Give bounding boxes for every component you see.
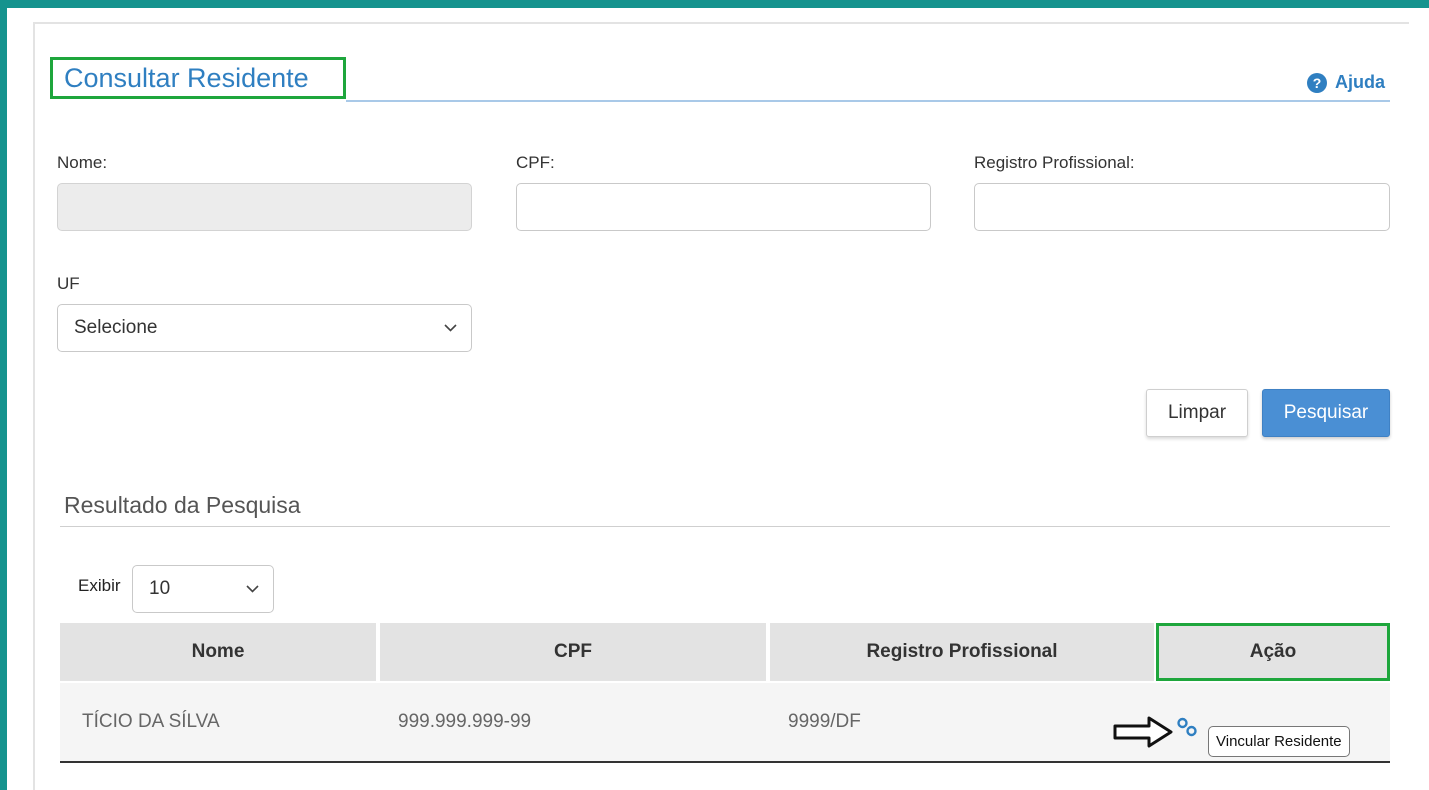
arrow-right-icon — [1113, 716, 1173, 748]
uf-label: UF — [57, 274, 80, 293]
column-header-registro[interactable]: Registro Profissional — [770, 623, 1154, 681]
column-header-cpf[interactable]: CPF — [380, 623, 766, 681]
registro-label: Registro Profissional: — [974, 153, 1135, 172]
nome-field[interactable] — [57, 183, 472, 231]
search-button[interactable]: Pesquisar — [1262, 389, 1390, 437]
cpf-label: CPF: — [516, 153, 555, 172]
page-size-select[interactable]: 10 — [132, 565, 274, 613]
link-icon[interactable] — [1176, 716, 1198, 738]
clear-button[interactable]: Limpar — [1146, 389, 1248, 437]
panel-border-top — [33, 22, 1409, 24]
cell-cpf: 999.999.999-99 — [398, 711, 532, 732]
cell-nome: TÍCIO DA SÍLVA — [82, 711, 220, 732]
title-divider — [346, 100, 1390, 102]
results-title: Resultado da Pesquisa — [64, 492, 301, 518]
page-title: Consultar Residente — [50, 57, 346, 99]
chevron-down-icon — [444, 324, 457, 332]
page-size-value: 10 — [149, 578, 171, 599]
question-circle-icon: ? — [1307, 72, 1327, 93]
table-header: Nome CPF Registro Profissional Ação — [60, 623, 1390, 681]
help-link[interactable]: ? Ajuda — [1307, 72, 1385, 93]
vincular-tooltip: Vincular Residente — [1208, 726, 1350, 757]
registro-field[interactable] — [974, 183, 1390, 231]
uf-select[interactable]: Selecione — [57, 304, 472, 352]
page-size-label: Exibir — [78, 576, 121, 595]
column-header-nome[interactable]: Nome — [60, 623, 376, 681]
results-divider — [60, 526, 1390, 527]
column-header-acao: Ação — [1156, 623, 1390, 681]
frame-border-top — [0, 0, 1429, 8]
cpf-field[interactable] — [516, 183, 931, 231]
uf-selected-value: Selecione — [74, 317, 158, 338]
nome-label: Nome: — [57, 153, 108, 172]
cell-registro: 9999/DF — [788, 711, 861, 732]
chevron-down-icon — [246, 585, 259, 593]
help-label: Ajuda — [1335, 72, 1386, 92]
frame-border-left — [0, 0, 7, 790]
panel-border-left — [33, 22, 35, 790]
